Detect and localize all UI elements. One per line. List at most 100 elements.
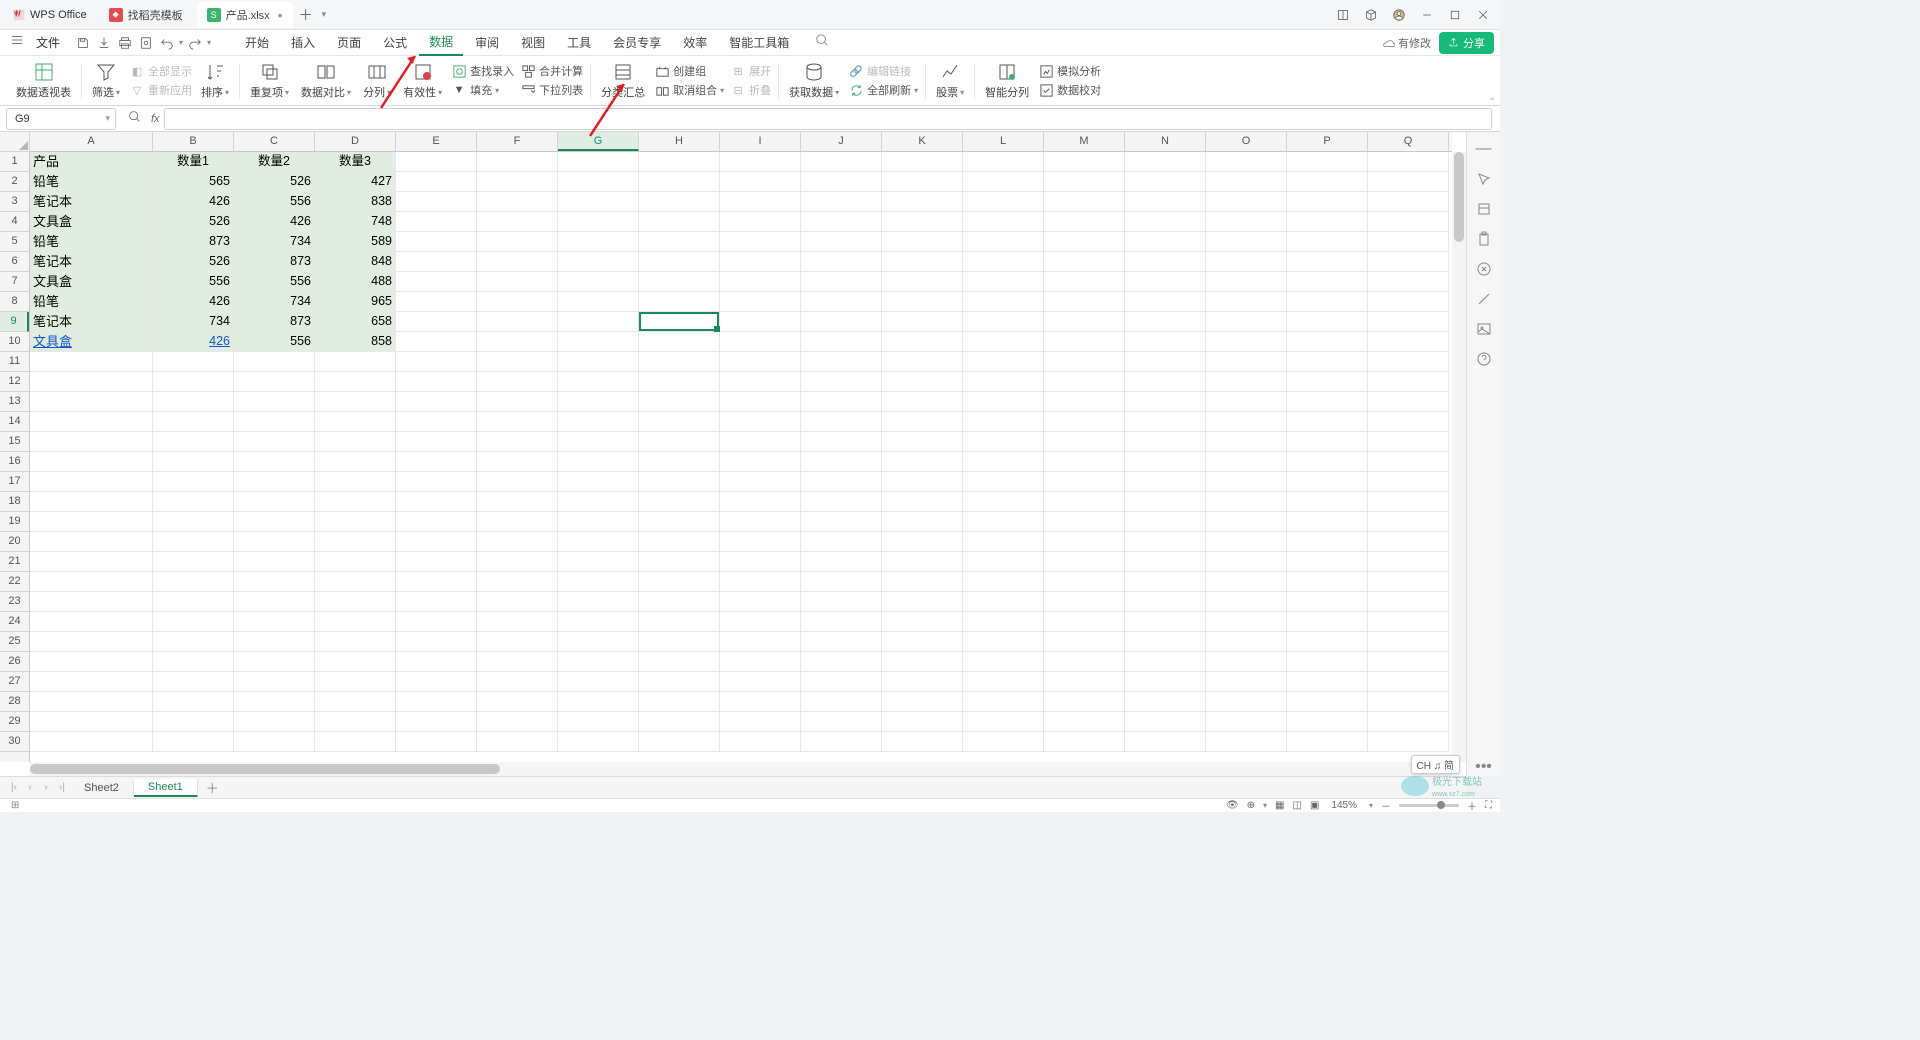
cell-O24[interactable] [1206, 612, 1287, 632]
save-icon[interactable] [74, 34, 92, 52]
cell-M14[interactable] [1044, 412, 1125, 432]
col-header-D[interactable]: D [315, 132, 396, 151]
cell-L27[interactable] [963, 672, 1044, 692]
cell-M12[interactable] [1044, 372, 1125, 392]
cell-B9[interactable]: 734 [153, 312, 234, 332]
cell-L16[interactable] [963, 452, 1044, 472]
cell-F5[interactable] [477, 232, 558, 252]
cell-M6[interactable] [1044, 252, 1125, 272]
cell-J21[interactable] [801, 552, 882, 572]
cell-Q10[interactable] [1368, 332, 1449, 352]
cell-F30[interactable] [477, 732, 558, 752]
cell-L9[interactable] [963, 312, 1044, 332]
cell-G28[interactable] [558, 692, 639, 712]
zoom-out-icon[interactable]: － [1381, 798, 1391, 813]
cell-H13[interactable] [639, 392, 720, 412]
cell-C4[interactable]: 426 [234, 212, 315, 232]
row-header-9[interactable]: 9 [0, 312, 29, 332]
cell-C25[interactable] [234, 632, 315, 652]
cell-A4[interactable]: 文具盒 [30, 212, 153, 232]
cell-Q18[interactable] [1368, 492, 1449, 512]
subtotal-button[interactable]: 分类汇总 [595, 61, 651, 100]
name-box-caret[interactable]: ▾ [105, 113, 110, 124]
cell-M16[interactable] [1044, 452, 1125, 472]
minimize-icon[interactable] [1414, 4, 1440, 26]
cell-L7[interactable] [963, 272, 1044, 292]
cell-D25[interactable] [315, 632, 396, 652]
cell-N21[interactable] [1125, 552, 1206, 572]
cell-J19[interactable] [801, 512, 882, 532]
row-header-11[interactable]: 11 [0, 352, 29, 372]
cell-H9[interactable] [639, 312, 720, 332]
cell-F23[interactable] [477, 592, 558, 612]
cell-A14[interactable] [30, 412, 153, 432]
cell-I3[interactable] [720, 192, 801, 212]
cell-D20[interactable] [315, 532, 396, 552]
cell-E7[interactable] [396, 272, 477, 292]
tools-icon[interactable] [1475, 290, 1493, 308]
sheet-tab-0[interactable]: Sheet2 [70, 780, 134, 796]
cell-M7[interactable] [1044, 272, 1125, 292]
cell-B5[interactable]: 873 [153, 232, 234, 252]
cell-L2[interactable] [963, 172, 1044, 192]
cell-B4[interactable]: 526 [153, 212, 234, 232]
cell-B1[interactable]: 数量1 [153, 152, 234, 172]
cell-O29[interactable] [1206, 712, 1287, 732]
cell-D11[interactable] [315, 352, 396, 372]
cell-D14[interactable] [315, 412, 396, 432]
col-header-Q[interactable]: Q [1368, 132, 1449, 151]
cell-Q4[interactable] [1368, 212, 1449, 232]
cell-L5[interactable] [963, 232, 1044, 252]
cell-M30[interactable] [1044, 732, 1125, 752]
cell-D9[interactable]: 658 [315, 312, 396, 332]
cell-K9[interactable] [882, 312, 963, 332]
cell-K23[interactable] [882, 592, 963, 612]
cell-K3[interactable] [882, 192, 963, 212]
cell-E28[interactable] [396, 692, 477, 712]
cell-E14[interactable] [396, 412, 477, 432]
cell-K13[interactable] [882, 392, 963, 412]
cell-A16[interactable] [30, 452, 153, 472]
cell-N17[interactable] [1125, 472, 1206, 492]
print-icon[interactable] [116, 34, 134, 52]
cell-K30[interactable] [882, 732, 963, 752]
cell-D28[interactable] [315, 692, 396, 712]
menu-tab-page[interactable]: 页面 [327, 30, 371, 55]
cell-M17[interactable] [1044, 472, 1125, 492]
cell-Q28[interactable] [1368, 692, 1449, 712]
cell-J29[interactable] [801, 712, 882, 732]
col-header-E[interactable]: E [396, 132, 477, 151]
cell-K21[interactable] [882, 552, 963, 572]
cell-H19[interactable] [639, 512, 720, 532]
cell-J3[interactable] [801, 192, 882, 212]
cell-G11[interactable] [558, 352, 639, 372]
row-header-14[interactable]: 14 [0, 412, 29, 432]
cell-N27[interactable] [1125, 672, 1206, 692]
cell-C26[interactable] [234, 652, 315, 672]
menu-tab-efficiency[interactable]: 效率 [673, 30, 717, 55]
cell-B28[interactable] [153, 692, 234, 712]
cell-I4[interactable] [720, 212, 801, 232]
cell-Q6[interactable] [1368, 252, 1449, 272]
cell-D6[interactable]: 848 [315, 252, 396, 272]
cell-P8[interactable] [1287, 292, 1368, 312]
cell-O6[interactable] [1206, 252, 1287, 272]
cell-N26[interactable] [1125, 652, 1206, 672]
cell-E18[interactable] [396, 492, 477, 512]
reapply-button[interactable]: ▽重新应用 [126, 81, 195, 99]
tab-file[interactable]: S 产品.xlsx • [197, 2, 293, 28]
cell-N19[interactable] [1125, 512, 1206, 532]
cell-G26[interactable] [558, 652, 639, 672]
cell-J9[interactable] [801, 312, 882, 332]
cell-G16[interactable] [558, 452, 639, 472]
cell-F15[interactable] [477, 432, 558, 452]
cell-Q19[interactable] [1368, 512, 1449, 532]
split-button[interactable]: 分列▾ [357, 61, 397, 100]
cell-M22[interactable] [1044, 572, 1125, 592]
col-header-A[interactable]: A [30, 132, 153, 151]
cell-L1[interactable] [963, 152, 1044, 172]
cell-D21[interactable] [315, 552, 396, 572]
export-icon[interactable] [95, 34, 113, 52]
cell-C29[interactable] [234, 712, 315, 732]
cell-C30[interactable] [234, 732, 315, 752]
